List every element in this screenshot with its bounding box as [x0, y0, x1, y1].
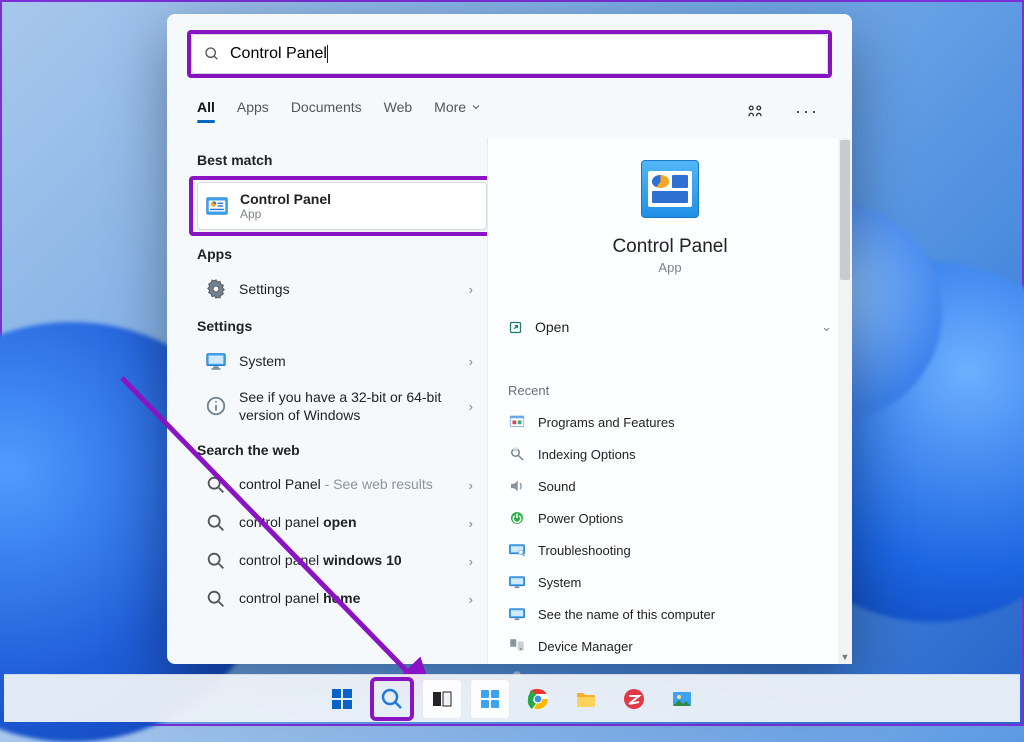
result-title: Control Panel: [240, 191, 478, 207]
search-icon: [205, 512, 227, 534]
chevron-right-icon: ›: [469, 399, 473, 414]
search-icon: [204, 46, 220, 62]
taskbar-file-explorer[interactable]: [566, 679, 606, 719]
recent-sound[interactable]: Sound: [494, 470, 846, 502]
tab-documents[interactable]: Documents: [291, 99, 362, 123]
troubleshoot-icon: [508, 541, 526, 559]
chevron-down-icon: [470, 101, 482, 113]
recent-troubleshooting[interactable]: Troubleshooting: [494, 534, 846, 566]
tab-all[interactable]: All: [197, 99, 215, 123]
result-title: System: [239, 353, 457, 369]
chevron-down-icon[interactable]: ⌄: [821, 319, 832, 335]
taskbar-app-red[interactable]: [614, 679, 654, 719]
search-box[interactable]: Control Panel: [191, 34, 828, 74]
scroll-down-icon[interactable]: ▼: [838, 650, 852, 664]
indexing-icon: [508, 445, 526, 463]
monitor-icon: [205, 350, 227, 372]
open-action[interactable]: Open ⌄: [488, 303, 852, 351]
result-system-setting[interactable]: System ›: [197, 342, 487, 380]
results-column: Best match Control Panel App Apps Se: [167, 132, 487, 664]
start-search-panel: Control Panel All Apps Documents Web Mor…: [167, 14, 852, 664]
search-icon: [205, 550, 227, 572]
search-across-devices-button[interactable]: [740, 96, 770, 126]
section-best-match: Best match: [197, 152, 487, 168]
detail-title: Control Panel: [612, 236, 727, 258]
tab-web[interactable]: Web: [384, 99, 413, 123]
taskbar: [4, 674, 1020, 722]
taskbar-app-image[interactable]: [662, 679, 702, 719]
annotation-highlight: Control Panel App: [189, 176, 487, 236]
result-web-control-panel[interactable]: control Panel - See web results ›: [197, 466, 487, 504]
taskbar-search-button[interactable]: [374, 679, 410, 719]
section-apps: Apps: [197, 246, 487, 262]
result-web-control-panel-open[interactable]: control panel open ›: [197, 504, 487, 542]
taskbar-chrome[interactable]: [518, 679, 558, 719]
result-title: Settings: [239, 281, 457, 297]
info-icon: [205, 395, 227, 417]
recent-see-computer-name[interactable]: See the name of this computer: [494, 598, 846, 630]
annotation-highlight: Control Panel: [187, 30, 832, 78]
recent-programs-and-features[interactable]: Programs and Features: [494, 406, 846, 438]
recent-indexing-options[interactable]: Indexing Options: [494, 438, 846, 470]
detail-pane: Control Panel App Open ⌄ Recent Programs…: [487, 138, 852, 664]
tab-apps[interactable]: Apps: [237, 99, 269, 123]
result-control-panel[interactable]: Control Panel App: [197, 182, 487, 230]
taskbar-widgets[interactable]: [470, 679, 510, 719]
open-icon: [508, 320, 523, 335]
computer-name-icon: [508, 605, 526, 623]
chevron-right-icon: ›: [469, 282, 473, 297]
control-panel-icon-large: [641, 160, 699, 218]
chevron-right-icon: ›: [469, 516, 473, 531]
recent-power-options[interactable]: Power Options: [494, 502, 846, 534]
detail-subtitle: App: [658, 260, 681, 275]
chevron-right-icon: ›: [469, 354, 473, 369]
scrollbar[interactable]: ▲ ▼: [838, 138, 852, 664]
scroll-thumb[interactable]: [840, 140, 850, 280]
search-icon: [205, 474, 227, 496]
result-web-control-panel-win10[interactable]: control panel windows 10 ›: [197, 542, 487, 580]
result-settings-app[interactable]: Settings ›: [197, 270, 487, 308]
result-32-64-bit[interactable]: See if you have a 32-bit or 64-bit versi…: [197, 380, 487, 432]
chevron-right-icon: ›: [469, 554, 473, 569]
recent-label: Recent: [488, 365, 852, 406]
gear-icon: [205, 278, 227, 300]
chevron-right-icon: ›: [469, 592, 473, 607]
control-panel-icon: [206, 195, 228, 217]
result-subtitle: App: [240, 207, 478, 221]
section-settings: Settings: [197, 318, 487, 334]
annotation-highlight: [370, 677, 414, 721]
programs-icon: [508, 413, 526, 431]
tab-more[interactable]: More: [434, 99, 482, 123]
result-web-control-panel-home[interactable]: control panel home ›: [197, 580, 487, 618]
recent-system[interactable]: System: [494, 566, 846, 598]
start-button[interactable]: [322, 679, 362, 719]
chevron-right-icon: ›: [469, 478, 473, 493]
device-manager-icon: [508, 637, 526, 655]
power-icon: [508, 509, 526, 527]
section-search-web: Search the web: [197, 442, 487, 458]
recent-device-manager[interactable]: Device Manager: [494, 630, 846, 662]
more-options-button[interactable]: ···: [792, 96, 822, 126]
filter-tabs: All Apps Documents Web More ···: [167, 78, 852, 132]
speaker-icon: [508, 477, 526, 495]
system-icon: [508, 573, 526, 591]
search-icon: [205, 588, 227, 610]
result-title: See if you have a 32-bit or 64-bit versi…: [239, 388, 457, 424]
search-text: Control Panel: [230, 45, 327, 63]
taskbar-task-view[interactable]: [422, 679, 462, 719]
